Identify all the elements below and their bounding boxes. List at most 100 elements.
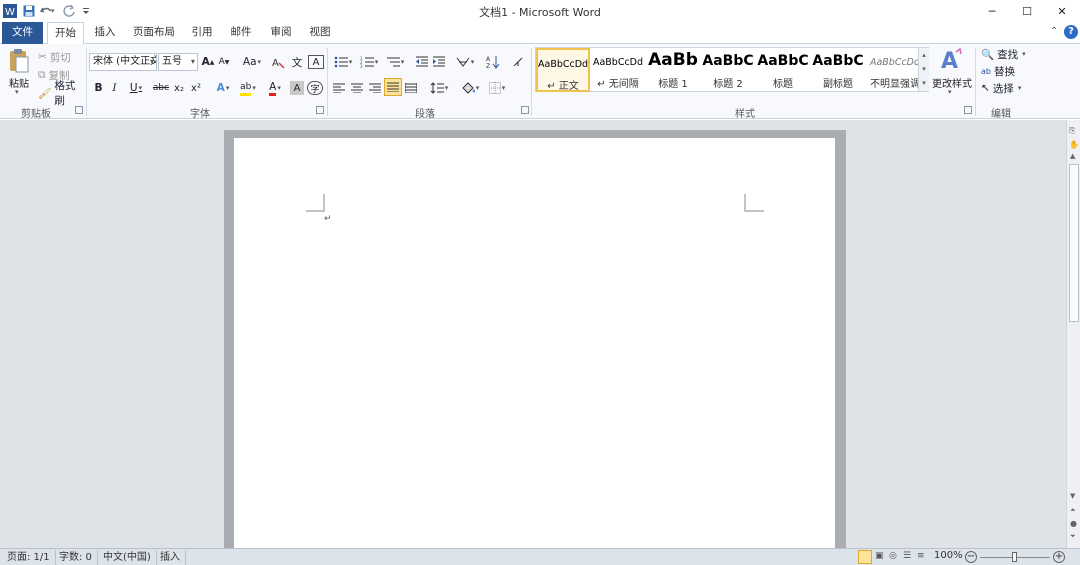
tab-references[interactable]: 引用	[186, 22, 218, 44]
help-icon[interactable]: ?	[1064, 25, 1078, 39]
justify-icon[interactable]	[384, 78, 402, 96]
increase-indent-icon[interactable]	[431, 53, 447, 71]
distributed-icon[interactable]	[404, 79, 418, 97]
previous-page-icon[interactable]: ⏶	[1070, 506, 1076, 515]
style-item[interactable]: AaBbC 标题 2	[701, 48, 755, 92]
paste-button[interactable]: 粘贴	[9, 75, 29, 90]
tab-page-layout[interactable]: 页面布局	[128, 22, 180, 44]
insert-mode-indicator[interactable]: 插入	[155, 550, 186, 565]
paste-dropdown-icon[interactable]: ▾	[15, 88, 19, 96]
bold-button[interactable]: B	[92, 79, 105, 97]
tab-mailings[interactable]: 邮件	[224, 22, 258, 44]
superscript-button[interactable]: x²	[189, 79, 203, 97]
select-button[interactable]: ↖ 选择 ▾	[981, 79, 1027, 97]
document-page[interactable]: ↵	[234, 138, 835, 550]
page-count[interactable]: 页面: 1/1	[2, 550, 56, 565]
ruler-toggle-icon[interactable]: ⎘	[1069, 126, 1075, 136]
line-spacing-button[interactable]: ▾	[428, 79, 450, 97]
character-border-button[interactable]: A	[308, 55, 324, 69]
close-button[interactable]: ✕	[1045, 0, 1079, 22]
group-separator	[86, 48, 87, 116]
web-layout-icon[interactable]: ◎	[889, 551, 897, 561]
scroll-down-icon[interactable]: ▼	[1070, 492, 1075, 500]
tab-view[interactable]: 视图	[304, 22, 336, 44]
shading-button[interactable]: ▾	[458, 79, 482, 97]
clipboard-launcher-icon[interactable]	[75, 106, 83, 114]
tab-file[interactable]: 文件	[2, 22, 43, 44]
font-launcher-icon[interactable]	[316, 106, 324, 114]
strikethrough-button[interactable]: abc	[152, 79, 170, 97]
paragraph-launcher-icon[interactable]	[521, 106, 529, 114]
chinese-layout-button[interactable]: ▾	[454, 53, 476, 71]
font-size-combo[interactable]: 五号 ▾	[158, 53, 198, 71]
styles-group-label: 样式	[735, 109, 755, 120]
tab-insert[interactable]: 插入	[88, 22, 122, 44]
replace-icon: ab	[981, 66, 991, 76]
print-layout-icon[interactable]	[858, 550, 872, 564]
style-item[interactable]: AaBbCcDd ↵ 无间隔	[591, 48, 645, 92]
style-item[interactable]: AaBb 标题 1	[646, 48, 700, 92]
tab-review[interactable]: 审阅	[264, 22, 298, 44]
collapse-ribbon-icon[interactable]: ⌃	[1050, 26, 1058, 37]
decrease-indent-icon[interactable]	[414, 53, 430, 71]
gallery-scroll[interactable]: ▴ ▾ ▾	[918, 48, 929, 91]
next-page-icon[interactable]: ⏷	[1070, 532, 1076, 541]
highlight-color-button[interactable]: ab ▾	[236, 79, 260, 97]
align-left-icon[interactable]	[332, 79, 346, 97]
maximize-button[interactable]: ☐	[1010, 0, 1044, 22]
style-item[interactable]: AaBbC 标题	[756, 48, 810, 92]
find-button[interactable]: 🔍 查找 ▾	[981, 45, 1027, 63]
borders-button[interactable]: ▾	[486, 79, 508, 97]
tab-home[interactable]: 开始	[47, 22, 84, 45]
align-right-icon[interactable]	[368, 79, 382, 97]
format-painter-button[interactable]: 🖌 格式刷	[38, 80, 84, 107]
underline-button[interactable]: U ▾	[126, 79, 146, 97]
italic-button[interactable]: I	[108, 79, 121, 97]
change-styles-dropdown-icon[interactable]: ▾	[948, 88, 952, 96]
shrink-font-button[interactable]: A ▼	[217, 53, 231, 71]
font-name-combo[interactable]: 宋体 (中文正文) ▾	[89, 53, 157, 71]
replace-button[interactable]: ab 替换	[981, 62, 1027, 80]
grow-font-button[interactable]: A ▲	[201, 53, 215, 71]
change-styles-button[interactable]: 更改样式	[932, 75, 972, 90]
cut-button[interactable]: ✂ 剪切	[38, 48, 82, 66]
sort-icon[interactable]: AZ	[484, 53, 502, 71]
draft-icon[interactable]: ≡	[917, 551, 925, 561]
change-case-button[interactable]: Aa ▾	[241, 53, 263, 71]
character-shading-button[interactable]: A	[290, 81, 304, 95]
clear-format-icon[interactable]: A	[270, 53, 286, 71]
style-item[interactable]: AaBbC 副标题	[811, 48, 865, 92]
language-indicator[interactable]: 中文(中国)	[98, 550, 157, 565]
paste-icon[interactable]	[8, 48, 30, 74]
change-styles-icon[interactable]: A	[940, 47, 962, 74]
full-screen-reading-icon[interactable]: ▣	[875, 551, 884, 561]
align-center-icon[interactable]	[350, 79, 364, 97]
show-hide-marks-icon[interactable]	[510, 53, 526, 71]
style-item[interactable]: AaBbCcDd 不明显强调	[866, 48, 924, 92]
zoom-in-icon[interactable]: +	[1053, 551, 1065, 563]
style-item[interactable]: AaBbCcDd ↵ 正文	[536, 48, 590, 92]
text-effects-button[interactable]: A ▾	[212, 79, 234, 97]
enclose-characters-button[interactable]: 字	[307, 81, 323, 95]
zoom-slider-thumb[interactable]	[1012, 552, 1017, 562]
browse-object-icon[interactable]: ●	[1070, 519, 1077, 528]
outline-icon[interactable]: ☰	[903, 551, 911, 561]
scroll-up-icon[interactable]: ▲	[1070, 152, 1075, 160]
font-color-button[interactable]: A ▾	[263, 79, 287, 97]
group-separator	[327, 48, 328, 116]
scissors-icon: ✂	[38, 51, 47, 63]
zoom-out-icon[interactable]: −	[965, 551, 977, 563]
pan-hand-icon[interactable]: ✋	[1069, 140, 1079, 149]
subscript-button[interactable]: x₂	[172, 79, 186, 97]
word-count[interactable]: 字数: 0	[54, 550, 98, 565]
bullets-button[interactable]: ▾	[332, 53, 354, 71]
multilevel-list-button[interactable]: ▾	[384, 53, 406, 71]
zoom-level[interactable]: 100%	[934, 550, 963, 561]
numbering-icon: 123	[360, 56, 374, 68]
numbering-button[interactable]: 1 2 3 ▾	[358, 53, 380, 71]
minimize-button[interactable]: ─	[975, 0, 1009, 22]
scroll-thumb[interactable]	[1069, 164, 1079, 322]
phonetic-guide-button[interactable]: 文	[289, 53, 305, 71]
vertical-scrollbar[interactable]: ⎘ ✋ ▲ ▼ ⏶ ● ⏷	[1066, 120, 1080, 548]
styles-launcher-icon[interactable]	[964, 106, 972, 114]
